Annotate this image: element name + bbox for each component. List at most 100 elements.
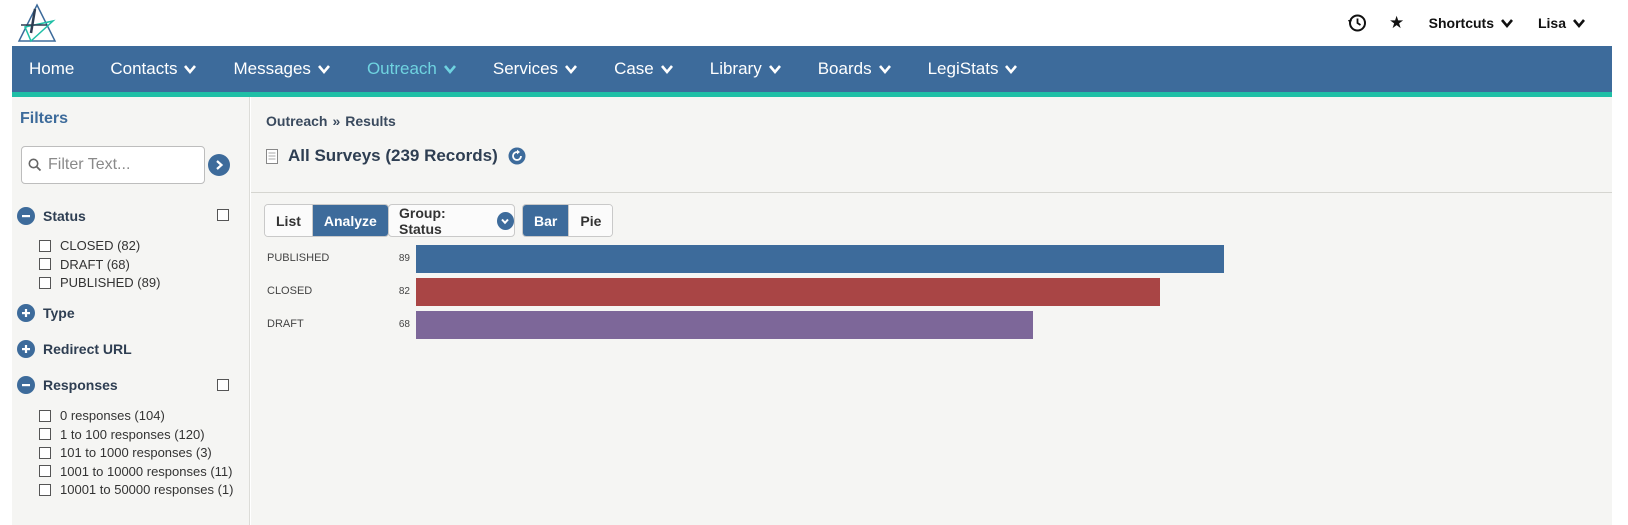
filter-option-checkbox[interactable] (39, 276, 51, 289)
shortcuts-label: Shortcuts (1428, 15, 1494, 31)
filter-option[interactable]: 1 to 100 responses (120) (39, 427, 205, 442)
filter-option-checkbox[interactable] (39, 239, 51, 252)
expand-icon (17, 304, 35, 322)
shortcuts-menu[interactable]: Shortcuts (1417, 0, 1526, 46)
status-section-toggle[interactable]: Status (17, 207, 86, 225)
status-bar-chart: PUBLISHED 89 CLOSED 82 DRAFT 68 (251, 242, 1612, 352)
filter-option[interactable]: DRAFT (68) (39, 257, 130, 272)
responses-section-toggle[interactable]: Responses (17, 376, 118, 394)
filter-option-checkbox[interactable] (39, 446, 51, 459)
nav-item-case[interactable]: Case (614, 46, 674, 92)
chevron-down-icon (317, 65, 330, 75)
responses-section-label: Responses (43, 377, 118, 393)
nav-item-label: Contacts (110, 59, 178, 78)
chevron-down-icon (1500, 19, 1513, 29)
nav-item-home[interactable]: Home (29, 46, 74, 92)
bar-chart-button[interactable]: Bar (523, 205, 569, 236)
type-section-toggle[interactable]: Type (17, 304, 75, 322)
user-label: Lisa (1537, 15, 1566, 31)
bar-closed[interactable] (416, 278, 1160, 306)
chevron-right-icon (216, 160, 224, 170)
history-icon[interactable] (1337, 0, 1377, 46)
nav-item-contacts[interactable]: Contacts (110, 46, 197, 92)
filters-sidebar: Filters Status CLOSED (82) DRAFT (68) PUBL… (12, 97, 250, 525)
app-window: ★ Shortcuts Lisa Home Contacts Messages Out… (12, 0, 1612, 525)
filter-option-label: PUBLISHED (89) (60, 275, 161, 290)
filter-option[interactable]: 10001 to 50000 responses (1) (39, 482, 233, 497)
filter-option-checkbox[interactable] (39, 428, 51, 440)
filter-option[interactable]: 0 responses (104) (39, 408, 165, 423)
filter-text-field[interactable] (21, 146, 205, 184)
bar-published[interactable] (416, 245, 1224, 273)
bar-value-label: 82 (398, 286, 410, 297)
filter-option[interactable]: PUBLISHED (89) (39, 275, 160, 290)
filter-option-label: 1 to 100 responses (120) (60, 426, 205, 442)
filter-option[interactable]: 1001 to 10000 responses (11) (39, 464, 233, 479)
chart-type-toggle-group: Bar Pie (522, 204, 614, 237)
filter-option-label: 10001 to 50000 responses (1) (60, 482, 234, 497)
records-title: All Surveys (239 Records) (288, 146, 498, 165)
filter-option-checkbox[interactable] (39, 483, 51, 496)
bar-draft[interactable] (416, 311, 1033, 339)
group-by-label: Group: Status (399, 204, 446, 237)
filter-option-label: CLOSED (82) (60, 238, 141, 253)
chevron-down-icon (443, 65, 456, 75)
breadcrumb-current: Results (345, 113, 396, 129)
nav-item-boards[interactable]: Boards (818, 46, 892, 92)
chevron-down-icon (496, 211, 514, 230)
type-section-label: Type (43, 305, 75, 321)
chevron-down-icon (660, 65, 673, 75)
bar-category-label: CLOSED (267, 285, 313, 297)
chevron-down-icon (768, 65, 781, 75)
bar-category-label: PUBLISHED (267, 252, 330, 264)
user-menu[interactable]: Lisa (1526, 0, 1598, 46)
filter-option-label: 0 responses (104) (60, 408, 165, 423)
view-toggle-group: List Analyze (264, 204, 389, 237)
filter-option-checkbox[interactable] (39, 258, 51, 270)
filter-option[interactable]: CLOSED (82) (39, 238, 140, 253)
nav-item-messages[interactable]: Messages (233, 46, 330, 92)
nav-item-services[interactable]: Services (493, 46, 578, 92)
refresh-icon[interactable] (508, 147, 526, 165)
top-bar: ★ Shortcuts Lisa (12, 0, 1612, 46)
collapse-icon (17, 376, 35, 394)
nav-item-legistats[interactable]: LegiStats (928, 46, 1019, 92)
filter-text-input[interactable] (48, 156, 198, 174)
chevron-down-icon (184, 65, 197, 75)
nav-item-label: Home (29, 59, 75, 78)
pie-chart-button[interactable]: Pie (568, 205, 613, 236)
status-select-all-checkbox[interactable] (217, 209, 229, 221)
redirect-url-section-label: Redirect URL (43, 341, 132, 357)
group-by-select[interactable]: Group: Status (388, 204, 515, 237)
nav-item-label: Messages (233, 59, 311, 78)
main-nav: Home Contacts Messages Outreach Services Case… (12, 46, 1612, 97)
chevron-down-icon (565, 65, 578, 75)
filter-option-checkbox[interactable] (39, 465, 51, 477)
redirect-url-section-toggle[interactable]: Redirect URL (17, 340, 132, 358)
analyze-view-button[interactable]: Analyze (311, 205, 388, 236)
nav-item-label: Outreach (366, 59, 437, 78)
expand-icon (17, 340, 35, 358)
filter-go-button[interactable] (208, 154, 230, 176)
breadcrumb-parent[interactable]: Outreach (266, 113, 327, 129)
records-header: All Surveys (239 Records) (266, 146, 526, 166)
document-icon (266, 148, 278, 164)
search-icon (28, 158, 42, 172)
star-icon[interactable]: ★ (1377, 0, 1417, 46)
nav-item-library[interactable]: Library (710, 46, 782, 92)
list-view-button[interactable]: List (265, 205, 312, 236)
filter-option[interactable]: 101 to 1000 responses (3) (39, 445, 212, 460)
responses-select-all-checkbox[interactable] (217, 379, 229, 391)
breadcrumb: Outreach » Results (266, 113, 396, 129)
nav-item-label: LegiStats (927, 59, 999, 78)
filter-option-label: 1001 to 10000 responses (11) (60, 463, 233, 479)
header-divider (251, 192, 1612, 193)
filter-option-label: DRAFT (68) (60, 256, 130, 272)
filter-option-checkbox[interactable] (39, 409, 51, 422)
app-logo[interactable] (17, 3, 57, 43)
top-right-controls: ★ Shortcuts Lisa (1337, 0, 1598, 46)
chevron-down-icon (1573, 19, 1585, 29)
bar-value-label: 89 (398, 253, 410, 264)
filters-title: Filters (20, 110, 69, 127)
nav-item-outreach[interactable]: Outreach (367, 46, 457, 92)
